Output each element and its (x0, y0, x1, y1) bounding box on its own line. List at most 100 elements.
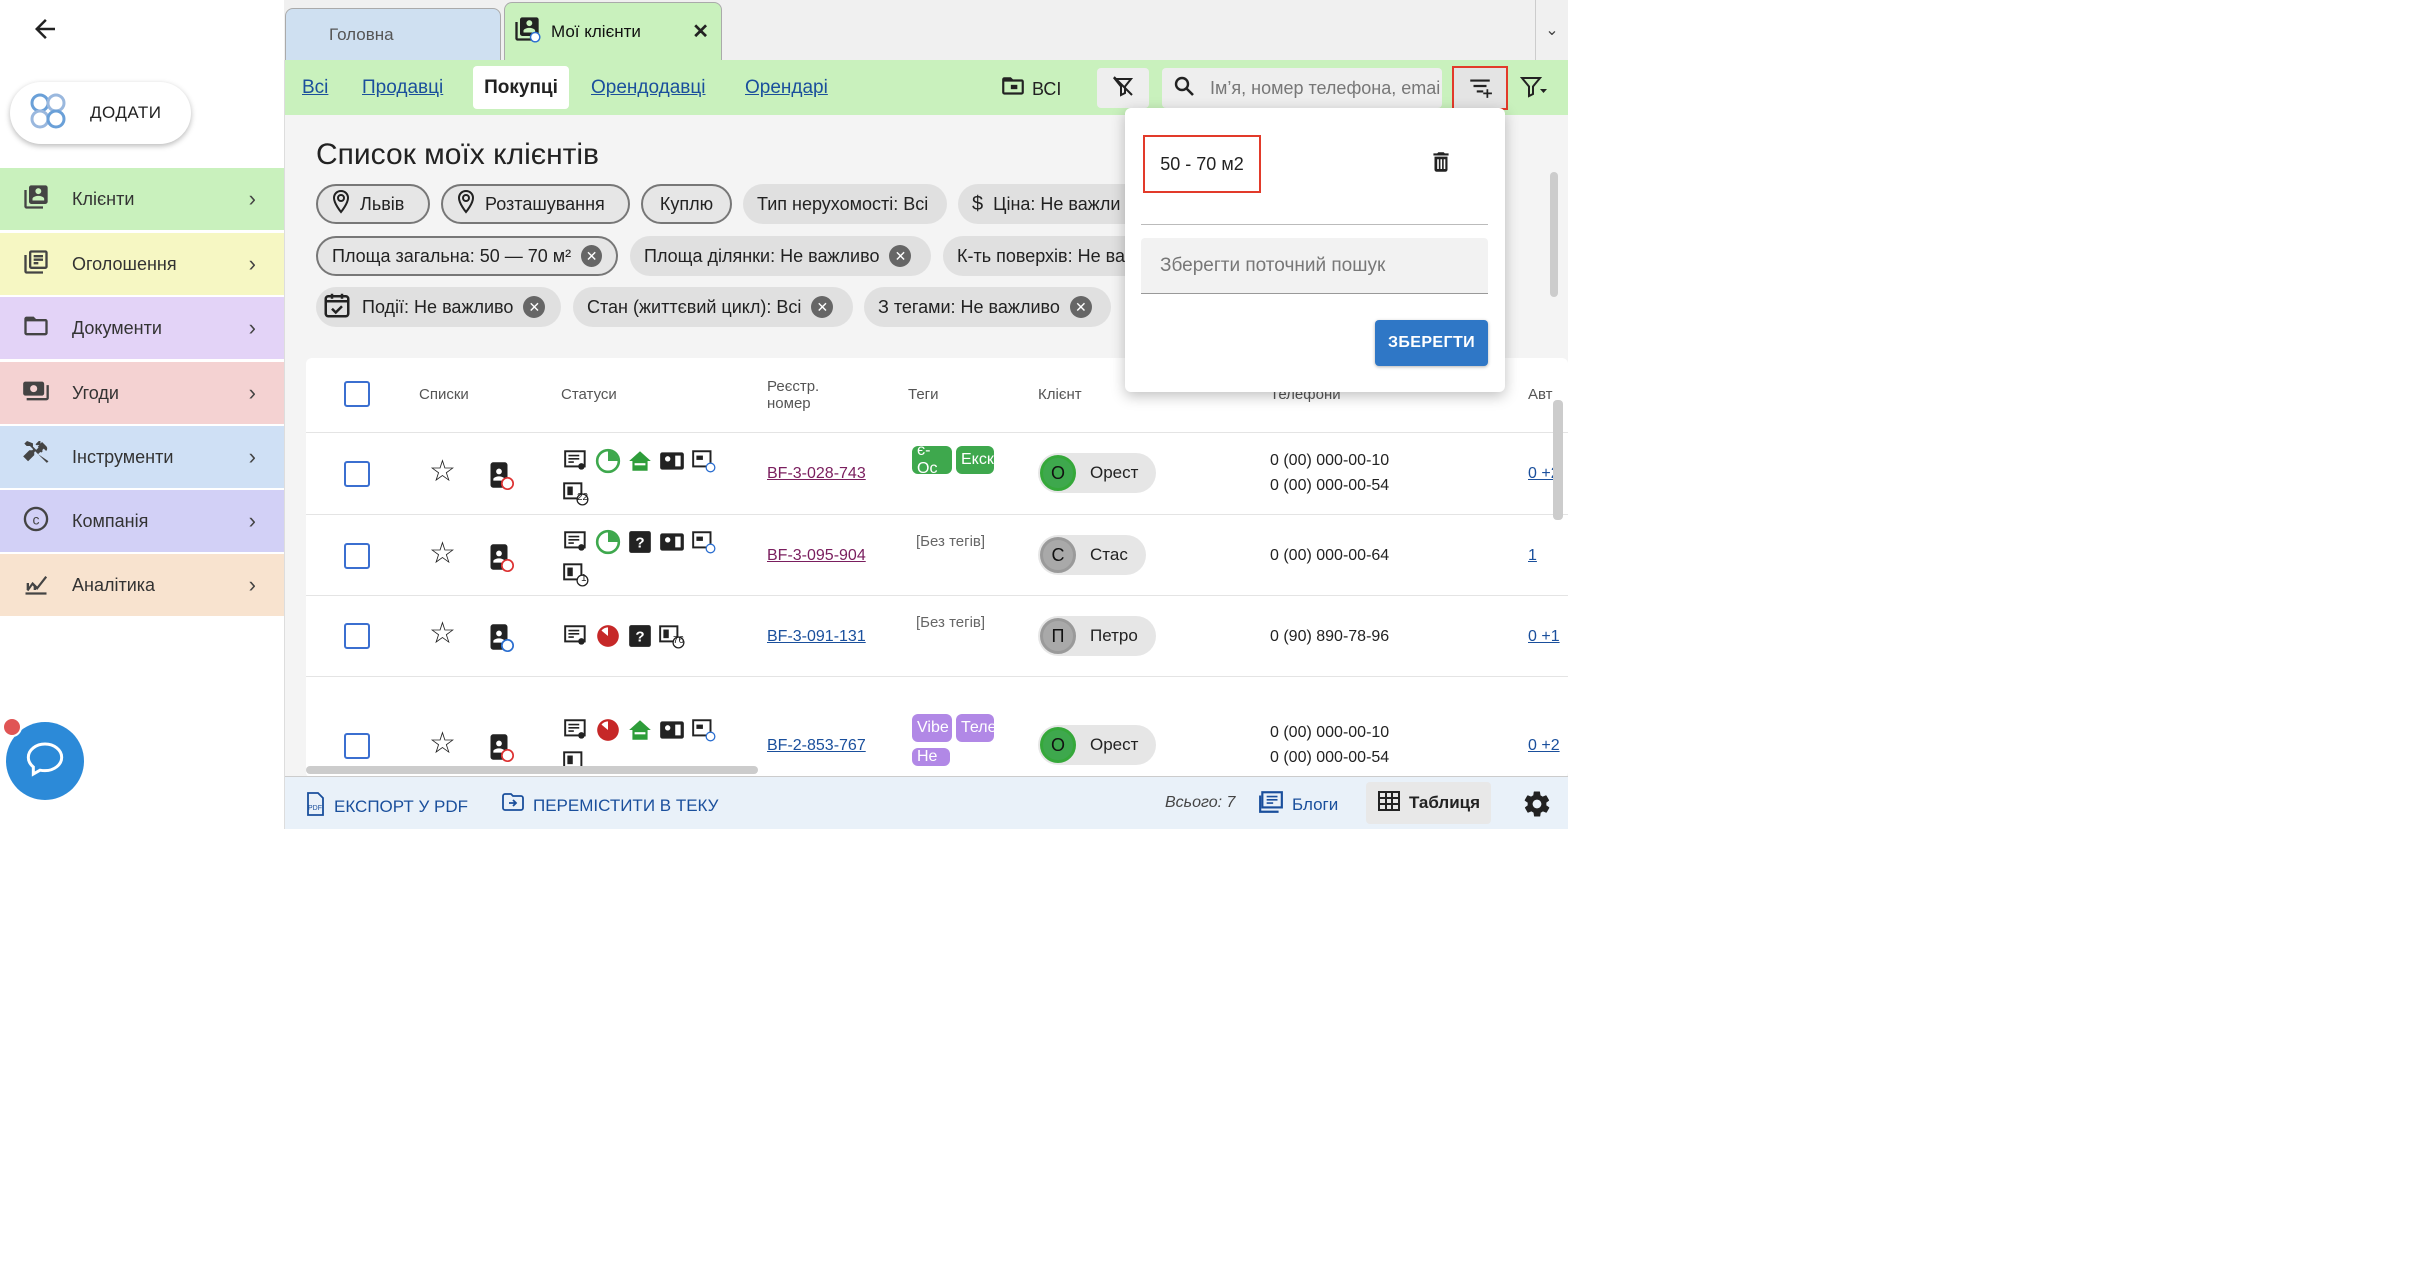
sidebar-item-listings[interactable]: Оголошення › (0, 233, 284, 295)
status-count: 22 (577, 492, 589, 503)
client-chip[interactable]: О Орест (1038, 453, 1157, 493)
tag-chip[interactable]: Не п (912, 748, 950, 766)
sidebar-item-tools[interactable]: Інструменти › (0, 426, 284, 488)
close-icon[interactable]: ✕ (692, 19, 709, 44)
export-pdf-button[interactable]: PDF ЕКСПОРТ У PDF (304, 792, 468, 821)
add-button[interactable]: ДОДАТИ (10, 82, 191, 144)
client-badge-icon[interactable] (482, 730, 516, 769)
author-link[interactable]: 1 (1528, 547, 1537, 565)
tag-chip[interactable]: Екск (956, 446, 994, 474)
dollar-icon: $ (972, 192, 984, 215)
chip-label: Події: Не важливо (362, 296, 514, 317)
search-box (1162, 68, 1442, 108)
author-link[interactable]: 0 +1 (1528, 628, 1560, 646)
subnav-landlords[interactable]: Орендодавці (591, 77, 706, 99)
client-badge-icon[interactable] (482, 458, 516, 497)
star-icon[interactable]: ☆ (429, 454, 456, 489)
phones-cell: 0 (00) 000-00-10 0 (00) 000-00-54 (1270, 448, 1389, 498)
remove-chip-icon[interactable]: ✕ (889, 245, 912, 267)
filter-chip-lifecycle[interactable]: Стан (життєвий цикл): Всі ✕ (573, 287, 853, 327)
tag-chip[interactable]: Vibe (912, 714, 952, 742)
chevron-down-icon[interactable]: ⌄ (1535, 0, 1568, 60)
tab-home[interactable]: Головна (285, 8, 501, 60)
folder-selector[interactable]: ВСІ (1000, 76, 1061, 103)
header-author: Авт (1528, 386, 1553, 403)
save-search-input[interactable] (1160, 254, 1480, 277)
remove-chip-icon[interactable]: ✕ (811, 296, 834, 318)
pie-red-status-icon (594, 622, 622, 650)
tag-chip[interactable]: Теле (956, 714, 994, 742)
client-badge-icon[interactable] (482, 620, 516, 659)
sidebar-item-documents[interactable]: Документи › (0, 297, 284, 359)
subnav-purchases[interactable]: Покупці (473, 66, 569, 109)
tab-my-clients[interactable]: Мої клієнти ✕ (504, 2, 722, 60)
sidebar-item-clients[interactable]: Клієнти › (0, 168, 284, 230)
star-icon[interactable]: ☆ (429, 616, 456, 651)
remove-chip-icon[interactable]: ✕ (581, 245, 602, 267)
question-status-icon: ? (626, 528, 654, 556)
client-chip[interactable]: П Петро (1038, 616, 1156, 656)
clear-filter-button[interactable] (1097, 68, 1149, 108)
trash-icon[interactable] (1428, 148, 1454, 181)
client-badge-icon[interactable] (482, 540, 516, 579)
filter-chip-tags[interactable]: З тегами: Не важливо ✕ (864, 287, 1111, 327)
search-input[interactable] (1210, 77, 1440, 99)
table-view-button[interactable]: Таблиця (1366, 782, 1491, 824)
sidebar-item-analytics[interactable]: Аналітика › (0, 554, 284, 616)
remove-chip-icon[interactable]: ✕ (1069, 296, 1092, 318)
subnav-tenants[interactable]: Орендарі (745, 77, 828, 99)
saved-search-item[interactable]: 50 - 70 м2 (1143, 135, 1261, 193)
folder-icon (1000, 76, 1026, 103)
reg-number-link[interactable]: BF-3-028-743 (767, 465, 866, 483)
move-to-folder-button[interactable]: ПЕРЕМІСТИТИ В ТЕКУ (501, 792, 718, 819)
filter-chip-events[interactable]: Події: Не важливо ✕ (316, 287, 561, 327)
row-checkbox[interactable] (344, 461, 370, 487)
row-checkbox[interactable] (344, 733, 370, 759)
select-all-checkbox[interactable] (344, 381, 370, 407)
vertical-scrollbar[interactable] (1550, 172, 1558, 297)
status-count: 76 (673, 635, 685, 646)
filter-chip-plot-area[interactable]: Площа ділянки: Не важливо ✕ (630, 236, 931, 276)
remove-chip-icon[interactable]: ✕ (523, 296, 546, 318)
client-name: Петро (1090, 626, 1138, 645)
save-button[interactable]: ЗБЕРЕГТИ (1375, 320, 1488, 366)
client-chip[interactable]: С Стас (1038, 535, 1146, 575)
filter-chip-price[interactable]: $ Ціна: Не важли (958, 184, 1128, 224)
phone-number: 0 (00) 000-00-64 (1270, 547, 1390, 564)
back-arrow-icon[interactable] (30, 14, 62, 46)
client-chip[interactable]: О Орест (1038, 725, 1157, 765)
pdf-icon: PDF (304, 792, 326, 821)
reg-number-link[interactable]: BF-3-095-904 (767, 547, 866, 565)
filter-chip-location[interactable]: Розташування (441, 184, 630, 224)
filter-menu-button[interactable] (1512, 66, 1556, 110)
status-count: 1 (581, 573, 587, 584)
horizontal-scrollbar[interactable] (306, 766, 758, 774)
star-icon[interactable]: ☆ (429, 726, 456, 761)
table-vertical-scrollbar[interactable] (1553, 400, 1563, 520)
author-link[interactable]: 0 +2 (1528, 737, 1560, 755)
chip-label: К-ть поверхів: Не ва (957, 245, 1125, 266)
sidebar-item-deals[interactable]: Угоди › (0, 362, 284, 424)
filter-chip-buy[interactable]: Куплю (641, 184, 732, 224)
row-checkbox[interactable] (344, 543, 370, 569)
save-search-field (1141, 238, 1488, 294)
row-checkbox[interactable] (344, 623, 370, 649)
location-pin-icon (332, 189, 350, 219)
export-label: ЕКСПОРТ У PDF (334, 796, 468, 816)
status-icons: ? 1 (562, 528, 732, 588)
filter-chip-floors[interactable]: К-ть поверхів: Не ва (943, 236, 1128, 276)
filter-chip-city[interactable]: Львів (316, 184, 430, 224)
gear-icon[interactable] (1522, 789, 1552, 824)
chevron-right-icon: › (248, 444, 256, 469)
subnav-all[interactable]: Всі (302, 77, 328, 99)
reg-number-link[interactable]: BF-2-853-767 (767, 737, 866, 755)
sidebar-item-company[interactable]: c Компанія › (0, 490, 284, 552)
reg-number-link[interactable]: BF-3-091-131 (767, 628, 866, 646)
subnav-sellers[interactable]: Продавці (362, 77, 443, 99)
blocks-view-button[interactable]: Блоги (1258, 790, 1338, 819)
star-icon[interactable]: ☆ (429, 536, 456, 571)
saved-searches-button[interactable] (1452, 66, 1508, 110)
filter-chip-property-type[interactable]: Тип нерухомості: Всі (743, 184, 947, 224)
filter-chip-area[interactable]: Площа загальна: 50 — 70 м² ✕ (316, 236, 618, 276)
tag-chip[interactable]: є-Ос (912, 446, 952, 474)
